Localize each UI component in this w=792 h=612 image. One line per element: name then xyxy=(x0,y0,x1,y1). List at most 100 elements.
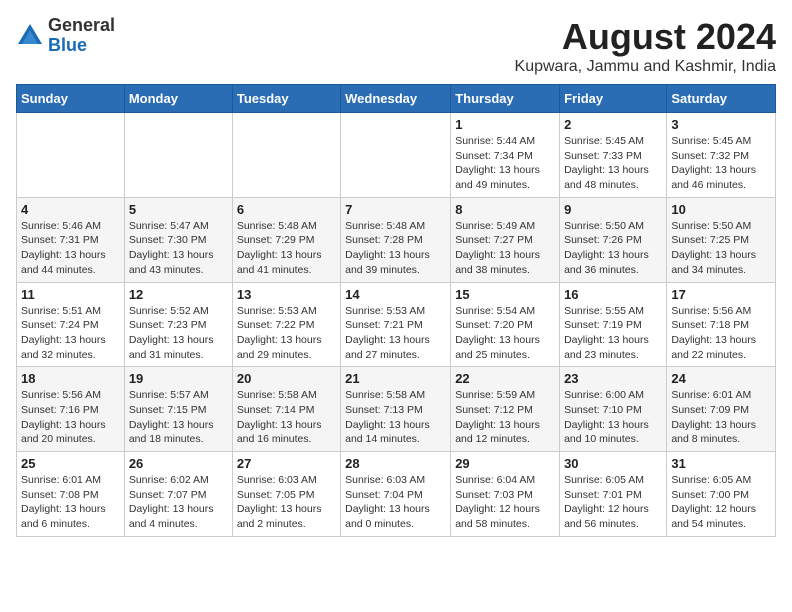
day-number: 12 xyxy=(129,287,228,302)
calendar-cell: 22 Sunrise: 5:59 AM Sunset: 7:12 PM Dayli… xyxy=(451,367,560,452)
day-number: 30 xyxy=(564,456,662,471)
day-number: 28 xyxy=(345,456,446,471)
calendar-cell: 15 Sunrise: 5:54 AM Sunset: 7:20 PM Dayli… xyxy=(451,282,560,367)
header-cell-saturday: Saturday xyxy=(667,85,776,113)
day-number: 7 xyxy=(345,202,446,217)
day-info: Sunrise: 5:46 AM Sunset: 7:31 PM Dayligh… xyxy=(21,219,120,278)
title-block: August 2024 Kupwara, Jammu and Kashmir, … xyxy=(515,16,776,76)
day-info: Sunrise: 5:53 AM Sunset: 7:21 PM Dayligh… xyxy=(345,304,446,363)
day-number: 5 xyxy=(129,202,228,217)
calendar-cell: 17 Sunrise: 5:56 AM Sunset: 7:18 PM Dayli… xyxy=(667,282,776,367)
day-number: 20 xyxy=(237,371,336,386)
day-number: 13 xyxy=(237,287,336,302)
calendar-cell: 23 Sunrise: 6:00 AM Sunset: 7:10 PM Dayli… xyxy=(560,367,667,452)
day-info: Sunrise: 5:59 AM Sunset: 7:12 PM Dayligh… xyxy=(455,388,555,447)
calendar-cell: 20 Sunrise: 5:58 AM Sunset: 7:14 PM Dayli… xyxy=(232,367,340,452)
calendar-cell: 24 Sunrise: 6:01 AM Sunset: 7:09 PM Dayli… xyxy=(667,367,776,452)
day-number: 9 xyxy=(564,202,662,217)
calendar-table: SundayMondayTuesdayWednesdayThursdayFrid… xyxy=(16,84,776,537)
week-row-5: 25 Sunrise: 6:01 AM Sunset: 7:08 PM Dayli… xyxy=(17,452,776,537)
day-number: 22 xyxy=(455,371,555,386)
calendar-cell: 1 Sunrise: 5:44 AM Sunset: 7:34 PM Daylig… xyxy=(451,113,560,198)
day-number: 25 xyxy=(21,456,120,471)
day-number: 6 xyxy=(237,202,336,217)
calendar-body: 1 Sunrise: 5:44 AM Sunset: 7:34 PM Daylig… xyxy=(17,113,776,537)
calendar-cell: 26 Sunrise: 6:02 AM Sunset: 7:07 PM Dayli… xyxy=(124,452,232,537)
calendar-cell: 29Sunrise: 6:04 AM Sunset: 7:03 PM Dayli… xyxy=(451,452,560,537)
month-year-title: August 2024 xyxy=(515,16,776,58)
day-info: Sunrise: 5:56 AM Sunset: 7:16 PM Dayligh… xyxy=(21,388,120,447)
calendar-cell: 28Sunrise: 6:03 AM Sunset: 7:04 PM Dayli… xyxy=(341,452,451,537)
calendar-cell: 3 Sunrise: 5:45 AM Sunset: 7:32 PM Daylig… xyxy=(667,113,776,198)
day-info: Sunrise: 5:45 AM Sunset: 7:33 PM Dayligh… xyxy=(564,134,662,193)
calendar-cell: 7 Sunrise: 5:48 AM Sunset: 7:28 PM Daylig… xyxy=(341,197,451,282)
calendar-cell: 18Sunrise: 5:56 AM Sunset: 7:16 PM Dayli… xyxy=(17,367,125,452)
day-info: Sunrise: 5:58 AM Sunset: 7:13 PM Dayligh… xyxy=(345,388,446,447)
calendar-cell: 9 Sunrise: 5:50 AM Sunset: 7:26 PM Daylig… xyxy=(560,197,667,282)
logo-text: General Blue xyxy=(48,16,115,56)
day-number: 26 xyxy=(129,456,228,471)
calendar-cell: 14 Sunrise: 5:53 AM Sunset: 7:21 PM Dayli… xyxy=(341,282,451,367)
day-number: 29 xyxy=(455,456,555,471)
calendar-cell: 10 Sunrise: 5:50 AM Sunset: 7:25 PM Dayli… xyxy=(667,197,776,282)
day-number: 27 xyxy=(237,456,336,471)
logo: General Blue xyxy=(16,16,115,56)
week-row-4: 18Sunrise: 5:56 AM Sunset: 7:16 PM Dayli… xyxy=(17,367,776,452)
day-number: 2 xyxy=(564,117,662,132)
logo-blue-text: Blue xyxy=(48,36,115,56)
day-info: Sunrise: 6:01 AM Sunset: 7:08 PM Dayligh… xyxy=(21,473,120,532)
day-info: Sunrise: 5:53 AM Sunset: 7:22 PM Dayligh… xyxy=(237,304,336,363)
week-row-1: 1 Sunrise: 5:44 AM Sunset: 7:34 PM Daylig… xyxy=(17,113,776,198)
day-info: Sunrise: 5:48 AM Sunset: 7:29 PM Dayligh… xyxy=(237,219,336,278)
calendar-cell: 21Sunrise: 5:58 AM Sunset: 7:13 PM Dayli… xyxy=(341,367,451,452)
day-info: Sunrise: 5:45 AM Sunset: 7:32 PM Dayligh… xyxy=(671,134,771,193)
logo-icon xyxy=(16,22,44,50)
day-info: Sunrise: 5:57 AM Sunset: 7:15 PM Dayligh… xyxy=(129,388,228,447)
day-number: 16 xyxy=(564,287,662,302)
day-number: 15 xyxy=(455,287,555,302)
day-number: 3 xyxy=(671,117,771,132)
header-cell-tuesday: Tuesday xyxy=(232,85,340,113)
day-number: 8 xyxy=(455,202,555,217)
calendar-cell: 27 Sunrise: 6:03 AM Sunset: 7:05 PM Dayli… xyxy=(232,452,340,537)
calendar-cell xyxy=(124,113,232,198)
day-info: Sunrise: 6:03 AM Sunset: 7:05 PM Dayligh… xyxy=(237,473,336,532)
day-info: Sunrise: 5:58 AM Sunset: 7:14 PM Dayligh… xyxy=(237,388,336,447)
day-info: Sunrise: 6:00 AM Sunset: 7:10 PM Dayligh… xyxy=(564,388,662,447)
day-info: Sunrise: 5:54 AM Sunset: 7:20 PM Dayligh… xyxy=(455,304,555,363)
calendar-cell: 25 Sunrise: 6:01 AM Sunset: 7:08 PM Dayli… xyxy=(17,452,125,537)
calendar-cell: 8 Sunrise: 5:49 AM Sunset: 7:27 PM Daylig… xyxy=(451,197,560,282)
day-info: Sunrise: 6:05 AM Sunset: 7:00 PM Dayligh… xyxy=(671,473,771,532)
day-info: Sunrise: 5:50 AM Sunset: 7:25 PM Dayligh… xyxy=(671,219,771,278)
day-info: Sunrise: 5:52 AM Sunset: 7:23 PM Dayligh… xyxy=(129,304,228,363)
calendar-cell: 11Sunrise: 5:51 AM Sunset: 7:24 PM Dayli… xyxy=(17,282,125,367)
day-number: 17 xyxy=(671,287,771,302)
day-info: Sunrise: 5:51 AM Sunset: 7:24 PM Dayligh… xyxy=(21,304,120,363)
day-info: Sunrise: 6:01 AM Sunset: 7:09 PM Dayligh… xyxy=(671,388,771,447)
day-number: 4 xyxy=(21,202,120,217)
day-info: Sunrise: 5:49 AM Sunset: 7:27 PM Dayligh… xyxy=(455,219,555,278)
day-info: Sunrise: 5:48 AM Sunset: 7:28 PM Dayligh… xyxy=(345,219,446,278)
day-info: Sunrise: 5:44 AM Sunset: 7:34 PM Dayligh… xyxy=(455,134,555,193)
calendar-cell xyxy=(341,113,451,198)
header-cell-sunday: Sunday xyxy=(17,85,125,113)
calendar-header: SundayMondayTuesdayWednesdayThursdayFrid… xyxy=(17,85,776,113)
day-info: Sunrise: 6:02 AM Sunset: 7:07 PM Dayligh… xyxy=(129,473,228,532)
calendar-cell: 16Sunrise: 5:55 AM Sunset: 7:19 PM Dayli… xyxy=(560,282,667,367)
day-info: Sunrise: 5:50 AM Sunset: 7:26 PM Dayligh… xyxy=(564,219,662,278)
header-row: SundayMondayTuesdayWednesdayThursdayFrid… xyxy=(17,85,776,113)
logo-general-text: General xyxy=(48,16,115,36)
calendar-cell xyxy=(17,113,125,198)
header-cell-wednesday: Wednesday xyxy=(341,85,451,113)
day-number: 23 xyxy=(564,371,662,386)
day-number: 14 xyxy=(345,287,446,302)
calendar-cell: 2 Sunrise: 5:45 AM Sunset: 7:33 PM Daylig… xyxy=(560,113,667,198)
day-number: 24 xyxy=(671,371,771,386)
day-info: Sunrise: 5:56 AM Sunset: 7:18 PM Dayligh… xyxy=(671,304,771,363)
day-number: 10 xyxy=(671,202,771,217)
week-row-2: 4 Sunrise: 5:46 AM Sunset: 7:31 PM Daylig… xyxy=(17,197,776,282)
header-cell-thursday: Thursday xyxy=(451,85,560,113)
day-number: 19 xyxy=(129,371,228,386)
calendar-cell: 30Sunrise: 6:05 AM Sunset: 7:01 PM Dayli… xyxy=(560,452,667,537)
day-number: 1 xyxy=(455,117,555,132)
